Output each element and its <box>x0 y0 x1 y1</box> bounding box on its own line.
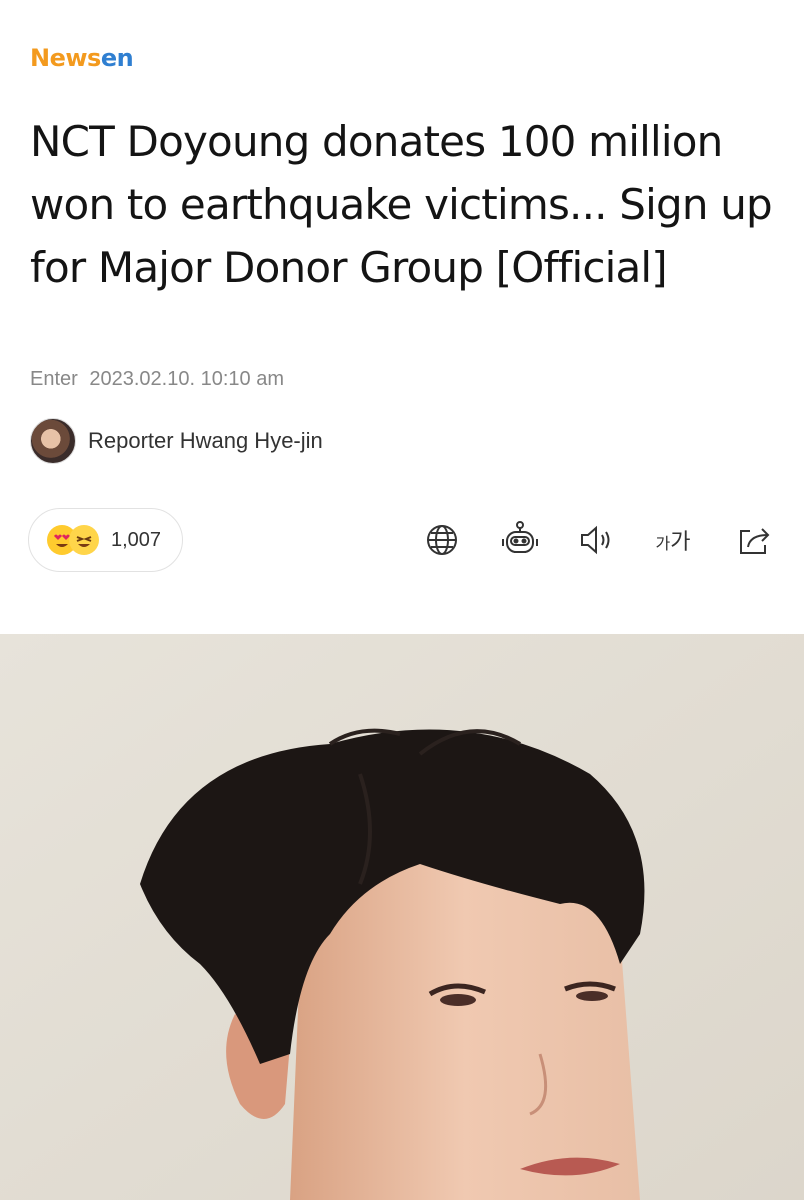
brand-logo-part2: en <box>100 44 134 72</box>
reporter-avatar[interactable] <box>30 418 76 464</box>
laughing-emoji-icon <box>69 525 99 555</box>
meta-label: Enter <box>30 368 78 390</box>
translate-button[interactable] <box>420 518 464 562</box>
read-aloud-button[interactable] <box>575 518 619 562</box>
article-meta: Enter 2023.02.10. 10:10 am <box>30 368 290 391</box>
brand-logo[interactable]: Newsen <box>30 44 134 72</box>
font-size-icon: 가가 <box>655 530 691 555</box>
reaction-count: 1,007 <box>111 528 162 551</box>
share-button[interactable] <box>732 518 776 562</box>
share-icon <box>740 528 770 554</box>
reporter-name[interactable]: Reporter Hwang Hye-jin <box>88 428 323 454</box>
robot-icon <box>502 521 538 553</box>
article-title: NCT Doyoung donates 100 million won to e… <box>30 117 773 292</box>
summary-bot-button[interactable] <box>498 518 542 562</box>
article-toolbar: 가가 <box>420 518 780 562</box>
portrait-image <box>0 634 804 1200</box>
meta-datetime: 2023.02.10. 10:10 am <box>89 368 284 390</box>
brand-logo-part1: News <box>30 44 101 72</box>
reporter-byline[interactable]: Reporter Hwang Hye-jin <box>30 418 323 464</box>
reaction-button[interactable]: 1,007 <box>28 508 183 572</box>
font-size-button[interactable]: 가가 <box>651 518 695 562</box>
speaker-icon <box>581 525 610 555</box>
article-photo <box>0 634 804 1200</box>
globe-icon <box>427 525 457 555</box>
